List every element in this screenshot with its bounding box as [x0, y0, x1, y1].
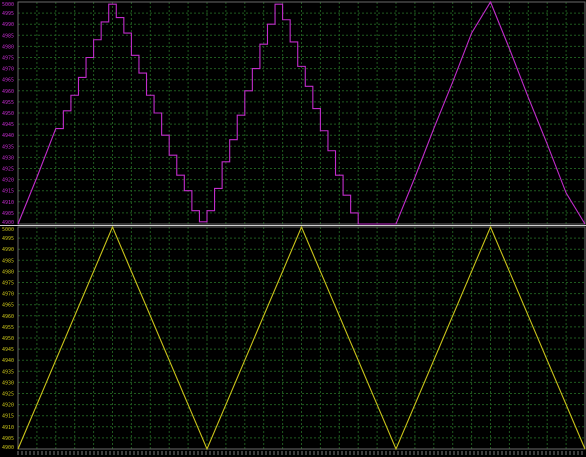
bottom-y-tick-label: 4985 — [2, 258, 14, 264]
top-y-tick-label: 4965 — [2, 78, 14, 84]
top-y-tick-label: 4990 — [2, 22, 14, 28]
bottom-y-tick-label: 4975 — [2, 281, 14, 287]
top-y-tick-label: 4905 — [2, 211, 14, 217]
bottom-y-tick-label: 5000 — [2, 227, 14, 233]
top-y-tick-label: 4935 — [2, 144, 14, 150]
bottom-y-tick-label: 4940 — [2, 358, 14, 364]
top-y-tick-label: 4925 — [2, 167, 14, 173]
bottom-y-tick-label: 4925 — [2, 392, 14, 398]
top-y-tick-label: 4940 — [2, 133, 14, 139]
top-y-tick-label: 4970 — [2, 67, 14, 73]
top-y-tick-label: 4915 — [2, 189, 14, 195]
top-y-tick-label: 4930 — [2, 155, 14, 161]
bottom-y-tick-label: 4995 — [2, 236, 14, 242]
bottom-y-tick-label: 4990 — [2, 247, 14, 253]
bottom-y-tick-label: 4950 — [2, 336, 14, 342]
top-y-tick-label: 4980 — [2, 44, 14, 50]
bottom-y-tick-label: 4900 — [2, 445, 14, 451]
top-y-tick-label: 4975 — [2, 56, 14, 62]
bottom-y-tick-label: 4905 — [2, 436, 14, 442]
top-y-tick-label: 4945 — [2, 122, 14, 128]
bottom-y-tick-label: 4915 — [2, 414, 14, 420]
bottom-y-tick-label: 4970 — [2, 292, 14, 298]
bottom-y-tick-label: 4980 — [2, 269, 14, 275]
top-y-tick-label: 4910 — [2, 200, 14, 206]
top-y-tick-label: 4995 — [2, 11, 14, 17]
bottom-y-tick-label: 4960 — [2, 314, 14, 320]
bottom-y-tick-label: 4930 — [2, 380, 14, 386]
bottom-y-tick-label: 4965 — [2, 303, 14, 309]
bottom-y-tick-label: 4910 — [2, 425, 14, 431]
oscilloscope-chart: 4900 4905 4910 4915 4920 4925 4930 4935 4940 4945… — [0, 0, 586, 457]
top-y-tick-label: 4955 — [2, 100, 14, 106]
bottom-y-tick-label: 4955 — [2, 325, 14, 331]
top-y-tick-label: 4950 — [2, 111, 14, 117]
top-y-tick-label: 4920 — [2, 178, 14, 184]
bottom-y-tick-label: 4945 — [2, 347, 14, 353]
bottom-y-tick-label: 4920 — [2, 403, 14, 409]
top-y-tick-label: 4960 — [2, 89, 14, 95]
bottom-y-tick-label: 4935 — [2, 369, 14, 375]
top-y-tick-label: 4985 — [2, 33, 14, 39]
top-y-tick-label: 5000 — [2, 2, 14, 8]
